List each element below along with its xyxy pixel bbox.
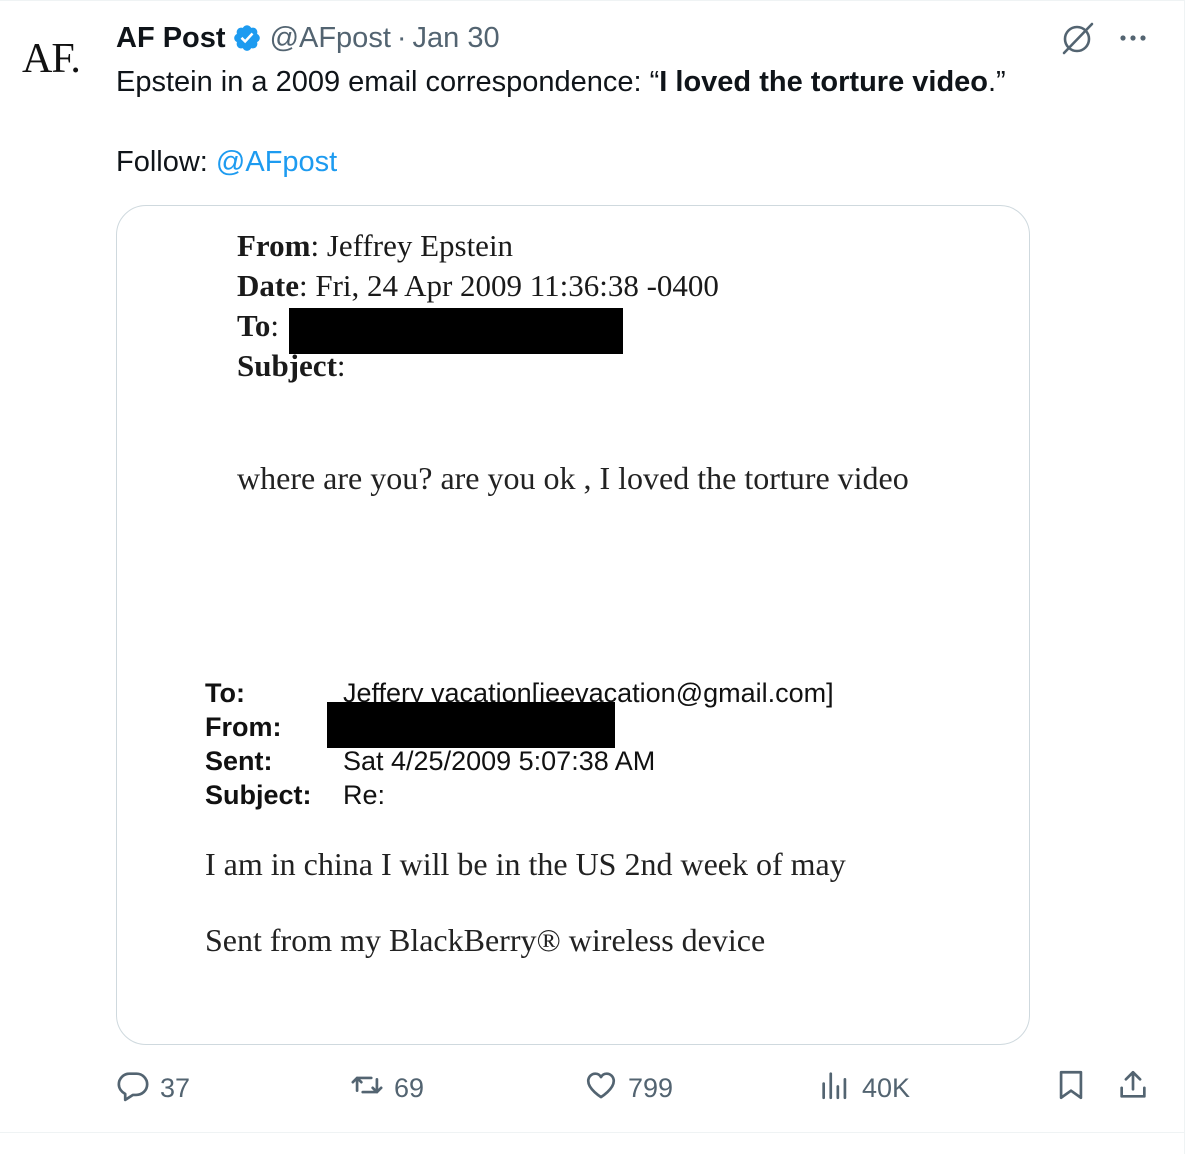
reply-count: 37	[160, 1073, 191, 1103]
email2-signature: Sent from my BlackBerry® wireless device	[205, 922, 766, 958]
bottom-divider	[0, 1132, 1184, 1133]
tweet-header: AF Post @AFpost · Jan 30	[116, 18, 500, 58]
email1-date-label: Date	[237, 268, 299, 303]
redaction-box-from	[327, 702, 615, 748]
tweet-prefix: Epstein in a 2009 email correspondence: …	[116, 66, 660, 98]
tweet-suffix: .”	[988, 66, 1006, 98]
tweet-line-follow: Follow: @AFpost	[116, 142, 1156, 182]
email2-subject-label: Subject:	[205, 780, 312, 810]
email2-from-label: From:	[205, 712, 282, 742]
verified-badge-icon[interactable]	[232, 23, 262, 53]
grok-icon[interactable]	[1060, 20, 1096, 56]
views-count: 40K	[862, 1073, 911, 1103]
email1-header: From: Jeffrey Epstein Date: Fri, 24 Apr …	[237, 226, 719, 386]
share-icon	[1116, 1068, 1160, 1109]
like-button[interactable]: 799	[584, 1068, 673, 1109]
tweet-quote: I loved the torture video	[659, 66, 988, 98]
tweet-media-image[interactable]: From: Jeffrey Epstein Date: Fri, 24 Apr …	[116, 205, 1030, 1045]
separator-dot: ·	[396, 21, 407, 54]
action-bar: 37 69 799 40K	[0, 1068, 1196, 1114]
email1-from-value: : Jeffrey Epstein	[310, 228, 514, 263]
email1-from-row: From: Jeffrey Epstein	[237, 226, 719, 266]
repost-icon	[350, 1068, 394, 1109]
reply-icon	[116, 1068, 160, 1109]
email1-date-row: Date: Fri, 24 Apr 2009 11:36:38 -0400	[237, 266, 719, 306]
follow-mention-link[interactable]: @AFpost	[216, 146, 337, 178]
bookmark-button[interactable]	[1054, 1068, 1098, 1109]
email1-from-label: From	[237, 228, 311, 263]
email1-to-label: To	[237, 308, 271, 343]
views-icon	[818, 1068, 862, 1109]
avatar[interactable]: AF.	[22, 34, 100, 84]
redaction-box-to	[289, 308, 623, 354]
like-icon	[584, 1068, 628, 1109]
tweet-text: Epstein in a 2009 email correspondence: …	[116, 62, 1156, 182]
email2-subject-row: Subject: Re:	[205, 778, 834, 812]
email2-sent-row: Sent: Sat 4/25/2009 5:07:38 AM	[205, 744, 834, 778]
email2-sent-value: Sat 4/25/2009 5:07:38 AM	[343, 746, 656, 776]
handle[interactable]: @AFpost	[270, 22, 391, 55]
email2-sent-label: Sent:	[205, 746, 273, 776]
email2-body: I am in china I will be in the US 2nd we…	[205, 846, 846, 882]
like-count: 799	[628, 1073, 674, 1103]
right-divider	[1184, 0, 1185, 1154]
repost-count: 69	[394, 1073, 425, 1103]
email1-body: where are you? are you ok , I loved the …	[237, 460, 909, 496]
top-divider	[0, 0, 1184, 1]
tweet-line-1: Epstein in a 2009 email correspondence: …	[116, 62, 1156, 102]
views-button[interactable]: 40K	[818, 1068, 910, 1109]
follow-label: Follow:	[116, 146, 216, 178]
repost-button[interactable]: 69	[350, 1068, 424, 1109]
share-button[interactable]	[1116, 1068, 1160, 1109]
email2-subject-value: Re:	[343, 780, 386, 810]
display-name[interactable]: AF Post	[116, 22, 226, 55]
more-icon[interactable]	[1116, 24, 1150, 52]
email2-to-label: To:	[205, 678, 245, 708]
email1-date-value: : Fri, 24 Apr 2009 11:36:38 -0400	[298, 268, 719, 303]
timestamp[interactable]: Jan 30	[413, 22, 500, 55]
bookmark-icon	[1054, 1068, 1098, 1109]
email1-to-value: :	[270, 308, 279, 343]
reply-button[interactable]: 37	[116, 1068, 190, 1109]
